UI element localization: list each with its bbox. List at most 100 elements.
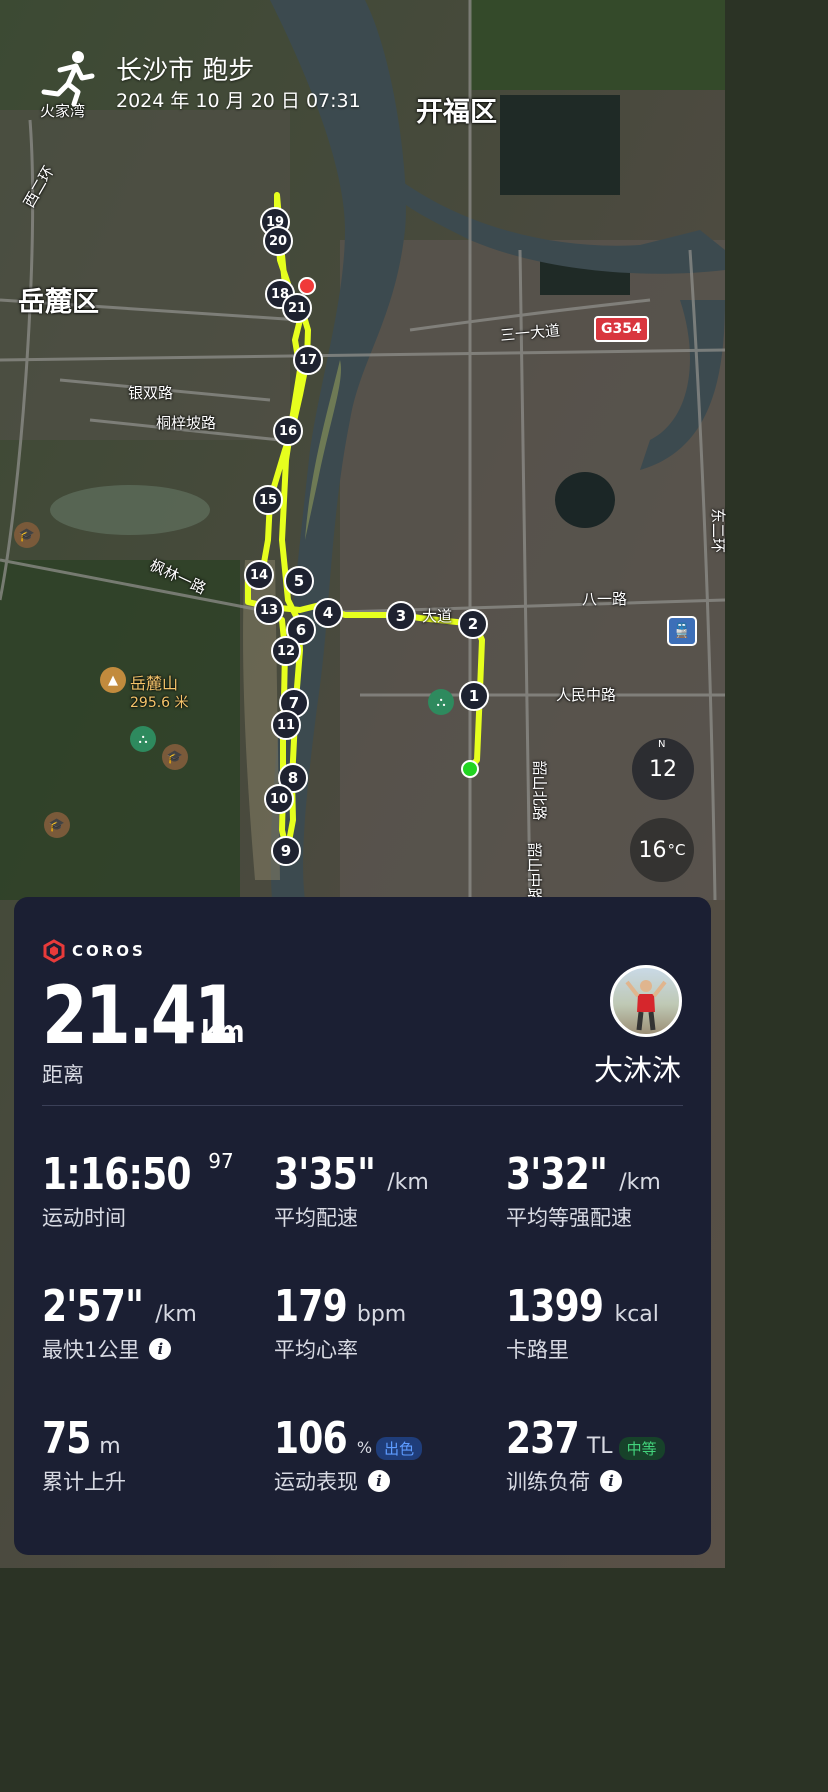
activity-summary-card: COROS 21.41 km 距离 大沐沐 1:16:50 97 运动时间 3'3…	[14, 897, 711, 1555]
performance-label: 运动表现	[274, 1470, 358, 1494]
route-marker[interactable]: 9	[271, 836, 301, 866]
fastest-km-value: 2'57"	[42, 1281, 144, 1332]
label-renmin-road: 人民中路	[556, 686, 617, 704]
time-value: 1:16:50	[42, 1149, 191, 1200]
activity-datetime: 2024 年 10 月 20 日 07:31	[116, 90, 361, 112]
username: 大沐沐	[593, 1053, 681, 1087]
label-shaoshan-road: 韶山北路	[530, 760, 549, 821]
avg-grade-pace-label: 平均等强配速	[506, 1206, 632, 1230]
school-icon[interactable]: 🎓	[44, 812, 70, 838]
label-tongzipo-road: 桐梓坡路	[156, 414, 217, 432]
temperature-unit: °C	[667, 841, 686, 859]
elevation-unit: m	[99, 1434, 121, 1459]
route-marker[interactable]: 12	[271, 636, 301, 666]
map-lake-west	[50, 485, 210, 535]
route-marker[interactable]: 1	[459, 681, 489, 711]
coros-logo: COROS	[42, 939, 146, 963]
route-marker[interactable]: 20	[263, 226, 293, 256]
coros-logo-icon	[43, 939, 65, 963]
label-shaoshan-mid: 韶山中路	[525, 842, 544, 903]
label-yuelu-mountain: 岳麓山	[130, 674, 179, 693]
stat-avg-grade-pace: 3'32" /km 平均等强配速	[506, 1149, 675, 1232]
label-kaifu-district: 开福区	[416, 97, 497, 128]
school-icon[interactable]: 🎓	[162, 744, 188, 770]
stat-time: 1:16:50 97 运动时间	[42, 1149, 252, 1232]
route-marker[interactable]: 14	[244, 560, 274, 590]
training-load-unit: TL	[586, 1434, 613, 1459]
performance-tag: 出色	[376, 1437, 423, 1460]
map-forest-west	[0, 560, 240, 900]
info-icon[interactable]: i	[600, 1470, 622, 1492]
time-hundredths: 97	[208, 1149, 234, 1173]
time-label: 运动时间	[42, 1206, 126, 1230]
avatar[interactable]	[610, 965, 682, 1037]
compass-widget[interactable]: N 12	[632, 738, 694, 800]
fastest-km-label: 最快1公里	[42, 1338, 140, 1362]
label-yuelu-district: 岳麓区	[18, 287, 99, 318]
brand-name: COROS	[72, 942, 146, 960]
training-load-value: 237	[506, 1413, 580, 1464]
route-marker[interactable]: 15	[253, 485, 283, 515]
calories-label: 卡路里	[506, 1338, 569, 1362]
park-icon[interactable]: ⛬	[130, 726, 156, 752]
end-point	[298, 277, 316, 295]
compass-north-label: N	[658, 739, 666, 750]
stat-avg-hr: 179 bpm 平均心率	[274, 1281, 416, 1364]
stat-performance: 106% 出色 运动表现 i	[274, 1413, 434, 1496]
training-load-tag: 中等	[618, 1437, 665, 1460]
label-dongerhuan: 东二环	[709, 507, 728, 554]
avg-grade-pace-unit: /km	[619, 1170, 661, 1195]
performance-value: 106	[274, 1413, 348, 1464]
route-marker[interactable]: 17	[293, 345, 323, 375]
avg-pace-unit: /km	[387, 1170, 429, 1195]
avg-pace-value: 3'35"	[274, 1149, 376, 1200]
label-wuyi-road: 大道	[422, 607, 453, 625]
info-icon[interactable]: i	[149, 1338, 172, 1360]
avg-hr-label: 平均心率	[274, 1338, 358, 1362]
compass-value: 12	[649, 756, 677, 782]
map-ponds	[500, 95, 620, 195]
stat-training-load: 237 TL 中等 训练负荷 i	[506, 1413, 677, 1496]
route-marker[interactable]: 5	[284, 566, 314, 596]
avg-pace-label: 平均配速	[274, 1206, 358, 1230]
highway-shield: G354	[594, 316, 649, 342]
avatar-photo	[625, 980, 667, 1031]
info-icon[interactable]: i	[368, 1470, 390, 1492]
school-icon[interactable]: 🎓	[14, 522, 40, 548]
stat-calories: 1399 kcal 卡路里	[506, 1281, 673, 1364]
park-icon[interactable]: ⛬	[428, 689, 454, 715]
map-lake	[555, 472, 615, 528]
label-yinshuang-road: 银双路	[128, 384, 174, 402]
stat-fastest-km: 2'57" /km 最快1公里 i	[42, 1281, 211, 1364]
mountain-icon[interactable]: ▲	[100, 667, 126, 693]
activity-title: 长沙市 跑步	[116, 56, 255, 86]
distance-label: 距离	[42, 1063, 84, 1087]
avg-grade-pace-value: 3'32"	[506, 1149, 608, 1200]
route-marker[interactable]: 16	[273, 416, 303, 446]
train-station-icon[interactable]: 🚆	[667, 616, 697, 646]
training-load-label: 训练负荷	[506, 1470, 590, 1494]
calories-unit: kcal	[614, 1302, 659, 1327]
temperature-widget: 16 °C	[630, 818, 694, 882]
map-forest-top	[470, 0, 725, 90]
route-marker[interactable]: 11	[271, 710, 301, 740]
route-marker[interactable]: 3	[386, 601, 416, 631]
route-marker[interactable]: 21	[282, 293, 312, 323]
calories-value: 1399	[506, 1281, 604, 1332]
elevation-value: 75	[42, 1413, 91, 1464]
route-marker[interactable]: 10	[264, 784, 294, 814]
stat-elevation: 75 m 累计上升	[42, 1413, 127, 1496]
route-marker[interactable]: 13	[254, 595, 284, 625]
distance-unit: km	[201, 1015, 245, 1050]
performance-unit: %	[356, 1438, 373, 1457]
runner-icon	[41, 51, 95, 107]
elevation-label: 累计上升	[42, 1470, 126, 1494]
avg-hr-value: 179	[274, 1281, 348, 1332]
route-marker[interactable]: 2	[458, 609, 488, 639]
route-marker[interactable]: 4	[313, 598, 343, 628]
temperature-value: 16	[638, 837, 667, 863]
stat-avg-pace: 3'35" /km 平均配速	[274, 1149, 443, 1232]
divider	[42, 1105, 683, 1106]
fastest-km-unit: /km	[155, 1302, 197, 1327]
label-bayi-road: 八一路	[582, 590, 628, 608]
